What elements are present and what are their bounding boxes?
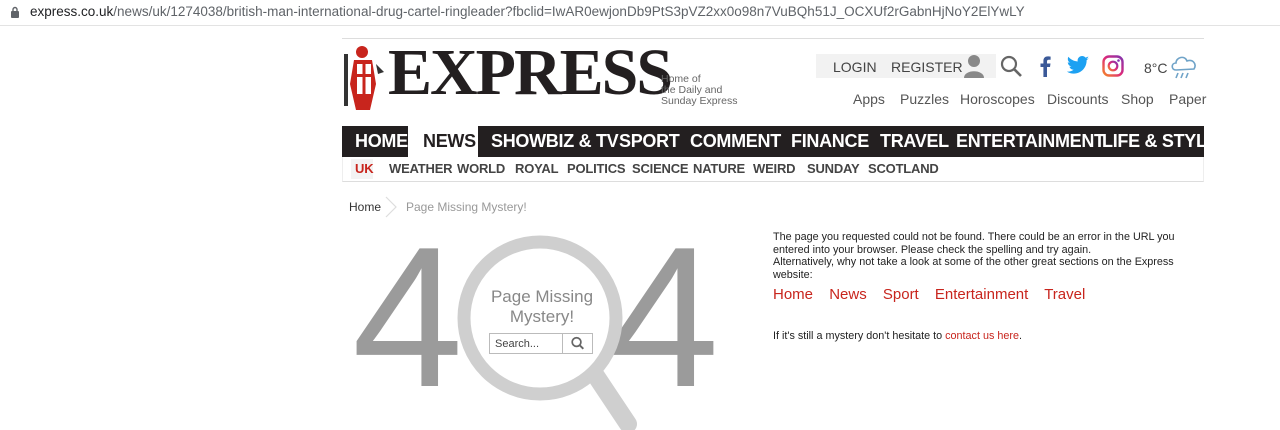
- utility-link-puzzles[interactable]: Puzzles: [900, 91, 949, 107]
- section-link-news[interactable]: News: [829, 286, 867, 303]
- error-message: The page you requested could not be foun…: [773, 231, 1193, 281]
- nav-finance[interactable]: FINANCE: [791, 126, 869, 157]
- subnav-scotland[interactable]: SCOTLAND: [868, 161, 939, 176]
- message-line: website:: [773, 268, 813, 281]
- subnav-world[interactable]: WORLD: [457, 161, 505, 176]
- login-link[interactable]: LOGIN: [833, 59, 877, 75]
- subnav-nature[interactable]: NATURE: [693, 161, 745, 176]
- error-search-box: [489, 333, 593, 354]
- temperature-label: 8°C: [1144, 60, 1168, 76]
- facebook-icon[interactable]: [1037, 55, 1053, 77]
- mystery-suffix: .: [1018, 330, 1022, 342]
- contact-us-link[interactable]: contact us here: [945, 330, 1019, 342]
- subnav-royal[interactable]: ROYAL: [515, 161, 559, 176]
- nav-news[interactable]: NEWS: [423, 126, 476, 157]
- subnav-weird[interactable]: WEIRD: [753, 161, 796, 176]
- weather-rain-icon[interactable]: [1168, 52, 1200, 82]
- utility-link-apps[interactable]: Apps: [853, 91, 885, 107]
- glass-title: Page Missing Mystery!: [490, 287, 594, 326]
- nav-showbiz-tv[interactable]: SHOWBIZ & TV: [491, 126, 619, 157]
- section-link-travel[interactable]: Travel: [1044, 286, 1085, 303]
- utility-link-horoscopes[interactable]: Horoscopes: [960, 91, 1035, 107]
- instagram-icon[interactable]: [1102, 55, 1124, 77]
- section-link-entertainment[interactable]: Entertainment: [935, 286, 1028, 303]
- express-logo[interactable]: EXPRESS: [388, 40, 673, 106]
- mystery-prefix: If it's still a mystery don't hesitate t…: [773, 330, 946, 342]
- search-icon[interactable]: [1000, 55, 1022, 77]
- section-link-home[interactable]: Home: [773, 286, 813, 303]
- tagline-line: Sunday Express: [661, 95, 738, 107]
- utility-link-shop[interactable]: Shop: [1121, 91, 1154, 107]
- subnav-science[interactable]: SCIENCE: [632, 161, 689, 176]
- lock-icon: [11, 6, 19, 18]
- nav-sport[interactable]: SPORT: [619, 126, 680, 157]
- crusader-crest-icon[interactable]: [342, 44, 386, 114]
- nav-comment[interactable]: COMMENT: [690, 126, 781, 157]
- magnifier-icon: [457, 235, 637, 430]
- message-line: Alternatively, why not take a look at so…: [773, 256, 1174, 268]
- section-link-sport[interactable]: Sport: [883, 286, 919, 303]
- register-link[interactable]: REGISTER: [891, 59, 963, 75]
- subnav-weather[interactable]: WEATHER: [389, 161, 453, 176]
- sub-nav: UK WEATHER WORLD ROYAL POLITICS SCIENCE …: [342, 157, 1204, 182]
- nav-home[interactable]: HOME: [355, 126, 408, 157]
- utility-link-discounts[interactable]: Discounts: [1047, 91, 1108, 107]
- error-search-input[interactable]: [490, 334, 562, 353]
- address-bar[interactable]: express.co.uk/news/uk/1274038/british-ma…: [0, 0, 1280, 26]
- mystery-text: If it's still a mystery don't hesitate t…: [773, 330, 1022, 342]
- url-host: express.co.uk: [30, 4, 114, 19]
- section-links: Home News Sport Entertainment Travel: [773, 286, 1097, 303]
- subnav-uk[interactable]: UK: [355, 161, 374, 176]
- logo-tagline: Home of the Daily and Sunday Express: [661, 74, 751, 107]
- message-line: The page you requested could not be foun…: [773, 231, 1175, 243]
- url-text[interactable]: express.co.uk/news/uk/1274038/british-ma…: [30, 4, 1025, 19]
- url-path: /news/uk/1274038/british-man-internation…: [113, 4, 1025, 19]
- nav-travel[interactable]: TRAVEL: [880, 126, 949, 157]
- main-nav: HOME NEWS SHOWBIZ & TV SPORT COMMENT FIN…: [342, 126, 1219, 157]
- subnav-politics[interactable]: POLITICS: [567, 161, 626, 176]
- message-line: entered into your browser. Please check …: [773, 243, 1092, 256]
- nav-life-style[interactable]: LIFE & STYLE: [1102, 126, 1219, 157]
- subnav-sunday[interactable]: SUNDAY: [807, 161, 860, 176]
- search-button[interactable]: [562, 333, 593, 354]
- user-icon[interactable]: [963, 54, 985, 78]
- nav-entertainment[interactable]: ENTERTAINMENT: [956, 126, 1105, 157]
- twitter-icon[interactable]: [1066, 56, 1090, 76]
- utility-link-paper[interactable]: Paper: [1169, 91, 1206, 107]
